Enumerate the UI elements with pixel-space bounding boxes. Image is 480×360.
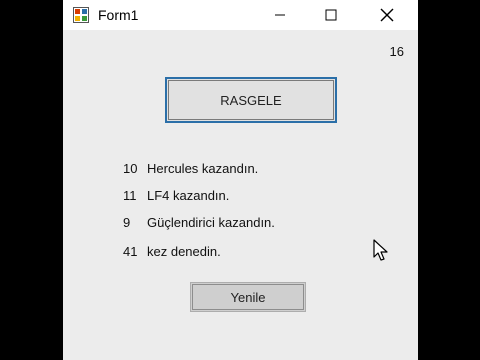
close-icon [380, 8, 394, 22]
lf4-label: LF4 kazandın. [147, 188, 230, 203]
close-button[interactable] [364, 0, 410, 30]
attempts-label: kez denedin. [147, 244, 221, 259]
attempts-count: 41 [123, 244, 138, 259]
result-row-lf4: 11 LF4 kazandın. [123, 187, 229, 205]
minimize-button[interactable] [257, 0, 303, 30]
mouse-pointer-icon [373, 239, 388, 261]
booster-label: Güçlendirici kazandın. [147, 215, 275, 230]
maximize-icon [325, 9, 337, 21]
winforms-app-icon [73, 7, 89, 23]
reset-button[interactable]: Yenile [190, 282, 306, 312]
window-title: Form1 [98, 7, 139, 23]
result-row-booster: 9 Güçlendirici kazandın. [123, 214, 275, 232]
random-button[interactable]: RASGELE [165, 77, 337, 123]
booster-count: 9 [123, 215, 131, 230]
title-bar[interactable]: Form1 [63, 0, 418, 30]
result-row-hercules: 10 Hercules kazandın. [123, 160, 258, 178]
result-row-attempts: 41 kez denedin. [123, 243, 221, 261]
lf4-count: 11 [123, 188, 137, 203]
minimize-icon [275, 14, 285, 16]
maximize-button[interactable] [308, 0, 354, 30]
form-client-area: 16 RASGELE 10 Hercules kazandın. 11 LF4 ka… [63, 30, 418, 360]
form1-window: Form1 16 RASGELE 10 Hercules kazandın. 11… [63, 0, 418, 360]
counter-label: 16 [389, 44, 404, 59]
hercules-count: 10 [123, 161, 138, 176]
hercules-label: Hercules kazandın. [147, 161, 259, 176]
